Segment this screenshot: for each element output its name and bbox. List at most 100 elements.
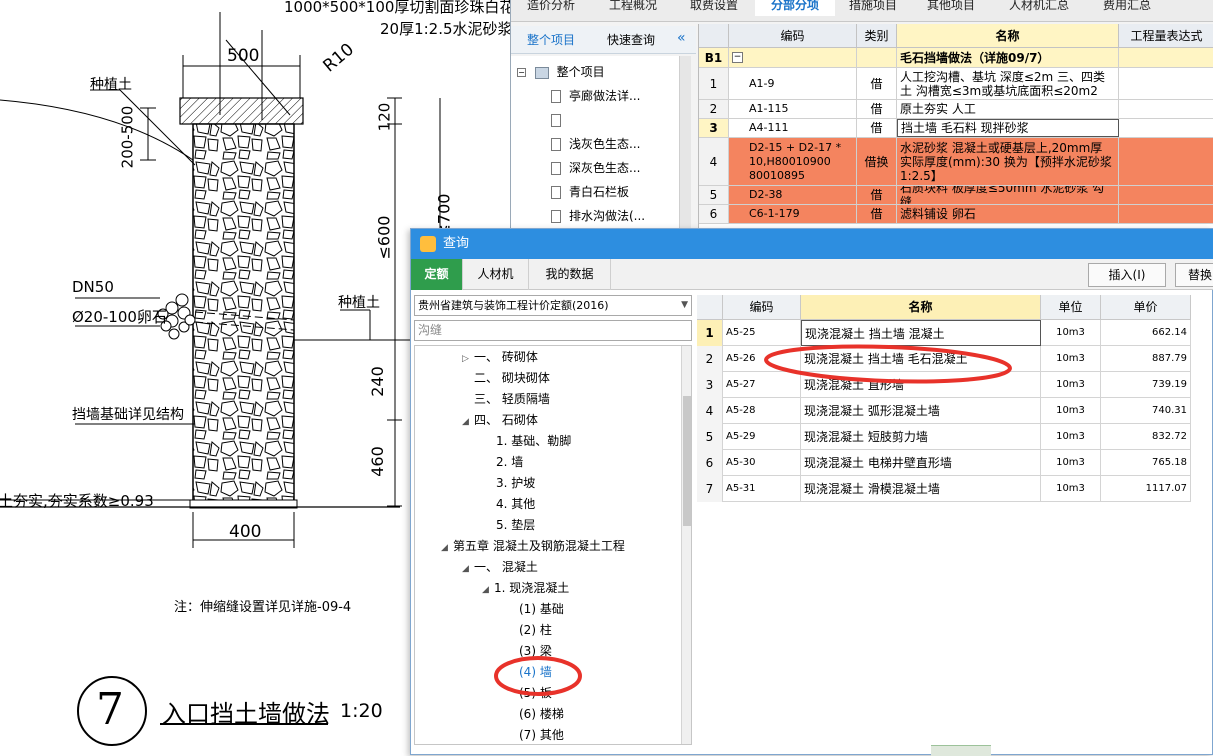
tree-item[interactable]: 二、 砌块砌体 [474, 368, 550, 389]
scrollbar-thumb[interactable] [683, 396, 691, 526]
tab-quota[interactable]: 定额 [411, 259, 463, 290]
drawing-note: 注：伸缩缝设置详见详施-09-4 [174, 600, 352, 615]
label-planting-soil: 种植土 [90, 77, 132, 93]
insert-button[interactable]: 插入(I) [1088, 263, 1166, 287]
group-row-id: B1 [699, 48, 729, 67]
tree-item[interactable]: 2. 墙 [496, 452, 523, 473]
resize-grip[interactable] [931, 745, 991, 756]
expand-arrow-icon[interactable]: ▷ [462, 349, 474, 370]
tab-project-overview[interactable]: 工程概况 [593, 0, 673, 16]
quota-library-select[interactable]: 贵州省建筑与装饰工程计价定额(2016) ▼ [414, 295, 692, 316]
tab-labor-material[interactable]: 人材机 [463, 259, 529, 290]
tree-item[interactable]: 青白石栏板 [551, 180, 629, 204]
tree-item[interactable]: 浅灰色生态... [551, 132, 640, 156]
project-icon [534, 66, 549, 79]
grid-header-code[interactable]: 编码 [729, 24, 857, 48]
tree-item[interactable]: (7) 其他 [519, 725, 564, 744]
tree-root[interactable]: − 整个项目 [517, 60, 605, 84]
tree-item[interactable]: 亭廊做法详... [551, 84, 640, 108]
collapse-arrow-icon[interactable]: ◢ [441, 538, 453, 559]
collapse-toggle-icon[interactable]: − [732, 52, 743, 63]
tab-labor-material-summary[interactable]: 人材机汇总 [993, 0, 1085, 16]
tree-item[interactable]: 1. 基础、勒脚 [496, 431, 571, 452]
project-tree: − 整个项目 亭廊做法详... 浅灰色生态... 深灰色生态... 青白石栏板 … [511, 56, 679, 230]
dialog-title-bar[interactable]: 查询 [411, 229, 1213, 259]
tree-item[interactable] [551, 108, 569, 132]
grid-row[interactable]: 6 C6-1-179 借 滤料铺设 卵石 [699, 205, 1213, 224]
collapse-arrow-icon[interactable]: ◢ [482, 580, 494, 601]
detail-number: 7 [96, 684, 124, 735]
results-header-code[interactable]: 编码 [723, 295, 801, 320]
tree-item[interactable]: (1) 基础 [519, 599, 564, 620]
grid-header-quantity-expression[interactable]: 工程量表达式 [1119, 24, 1213, 48]
tab-cost-analysis[interactable]: 造价分析 [511, 0, 591, 16]
result-row[interactable]: 3 A5-27 现浇混凝土 直形墙 10m3 739.19 [697, 372, 1191, 398]
result-row[interactable]: 6 A5-30 现浇混凝土 电梯井壁直形墙 10m3 765.18 [697, 450, 1191, 476]
tab-measure-items[interactable]: 措施项目 [837, 0, 909, 16]
dim-600: ≤600 [374, 215, 394, 260]
label-dn50: DN50 [72, 278, 114, 296]
grid-header-type[interactable]: 类别 [857, 24, 897, 48]
grid-group-row[interactable]: B1 − 毛石挡墙做法（详施09/7） [699, 48, 1213, 68]
tab-division-items[interactable]: 分部分项 [755, 0, 835, 16]
tree-item[interactable]: (2) 柱 [519, 620, 552, 641]
collapse-icon[interactable]: « [677, 30, 693, 48]
collapse-arrow-icon[interactable]: ◢ [462, 412, 474, 433]
results-header-price[interactable]: 单价 [1101, 295, 1191, 320]
tree-scrollbar[interactable] [679, 56, 691, 230]
tree-item[interactable]: 4. 其他 [496, 494, 535, 515]
tree-item[interactable]: 排水沟做法(... [551, 204, 645, 228]
results-header-name[interactable]: 名称 [801, 295, 1041, 320]
dialog-title: 查询 [443, 236, 470, 251]
tree-item[interactable]: ◢ 第五章 混凝土及钢筋混凝土工程 [441, 536, 625, 557]
menu-tab-bar: 造价分析 工程概况 取费设置 分部分项 措施项目 其他项目 人材机汇总 费用汇总 [511, 0, 1213, 22]
group-row-name: 毛石挡墙做法（详施09/7） [897, 48, 1119, 67]
grid-header-name[interactable]: 名称 [897, 24, 1119, 48]
tree-item[interactable]: 三、 轻质隔墙 [474, 389, 550, 410]
tab-whole-project[interactable]: 整个项目 [515, 26, 587, 54]
tree-item[interactable]: ◢ 四、 石砌体 [462, 410, 538, 431]
tree-item[interactable]: ◢ 1. 现浇混凝土 [482, 578, 569, 599]
search-input[interactable]: 沟缝 [414, 320, 692, 341]
detail-scale: 1:20 [340, 700, 383, 722]
tab-my-data[interactable]: 我的数据 [529, 259, 611, 290]
grid-row[interactable]: 4 D2-15 + D2-17 * 10,H80010900 80010895 … [699, 138, 1213, 186]
result-row[interactable]: 5 A5-29 现浇混凝土 短肢剪力墙 10m3 832.72 [697, 424, 1191, 450]
collapse-arrow-icon[interactable]: ◢ [462, 559, 474, 580]
tab-other-items[interactable]: 其他项目 [911, 0, 991, 16]
document-icon [551, 186, 561, 199]
dim-200-500: 200-500 [118, 105, 137, 169]
result-row[interactable]: 2 A5-26 现浇混凝土 挡土墙 毛石混凝土 10m3 887.79 [697, 346, 1191, 372]
result-row[interactable]: 7 A5-31 现浇混凝土 滑模混凝土墙 10m3 1117.07 [697, 476, 1191, 502]
tree-item[interactable]: (6) 楼梯 [519, 704, 564, 725]
top-note-granite: 1000*500*100厚切割面珍珠白花岗岩 [284, 0, 545, 16]
tab-fee-settings[interactable]: 取费设置 [675, 0, 753, 16]
tree-item[interactable]: 深灰色生态... [551, 156, 640, 180]
result-row[interactable]: 1 A5-25 现浇混凝土 挡土墙 混凝土 10m3 662.14 [697, 320, 1191, 346]
tree-item[interactable]: ◢ 一、 混凝土 [462, 557, 538, 578]
tree-root-label: 整个项目 [556, 65, 605, 79]
grid-row[interactable]: 2 A1-115 借 原土夯实 人工 [699, 100, 1213, 119]
results-header-unit[interactable]: 单位 [1041, 295, 1101, 320]
tab-quick-query[interactable]: 快速查询 [595, 26, 667, 54]
left-panel-tabs: 整个项目 快速查询 « [511, 26, 696, 54]
tree-item[interactable]: 5. 垫层 [496, 515, 535, 536]
result-row[interactable]: 4 A5-28 现浇混凝土 弧形混凝土墙 10m3 740.31 [697, 398, 1191, 424]
tree-item[interactable]: (3) 梁 [519, 641, 552, 662]
label-planting-soil-2: 种植土 [338, 295, 380, 311]
grid-row[interactable]: 3 A4-111 借 挡土墙 毛石料 现拌砂浆 [699, 119, 1213, 138]
grid-row[interactable]: 5 D2-38 借 石质块料 板厚度≤50mm 水泥砂浆 勾缝 [699, 186, 1213, 205]
tree-item[interactable]: 3. 护坡 [496, 473, 535, 494]
tree-item[interactable]: ▷ 一、 砖砌体 [462, 347, 538, 368]
chevron-down-icon: ▼ [681, 300, 688, 310]
tree-item-selected[interactable]: (4) 墙 [519, 662, 552, 683]
label-foundation: 挡墙基础详见结构 [72, 407, 184, 423]
tree-item[interactable]: (5) 板 [519, 683, 552, 704]
dim-400: 400 [229, 522, 262, 542]
grid-row[interactable]: 1 A1-9 借 人工挖沟槽、基坑 深度≤2m 三、四类土 沟槽宽≤3m或基坑底… [699, 68, 1213, 100]
tree-scrollbar[interactable] [681, 346, 691, 744]
tab-fee-summary[interactable]: 费用汇总 [1087, 0, 1167, 16]
document-icon [551, 162, 561, 175]
replace-button[interactable]: 替换 [1175, 263, 1213, 287]
collapse-toggle-icon[interactable]: − [517, 68, 526, 77]
